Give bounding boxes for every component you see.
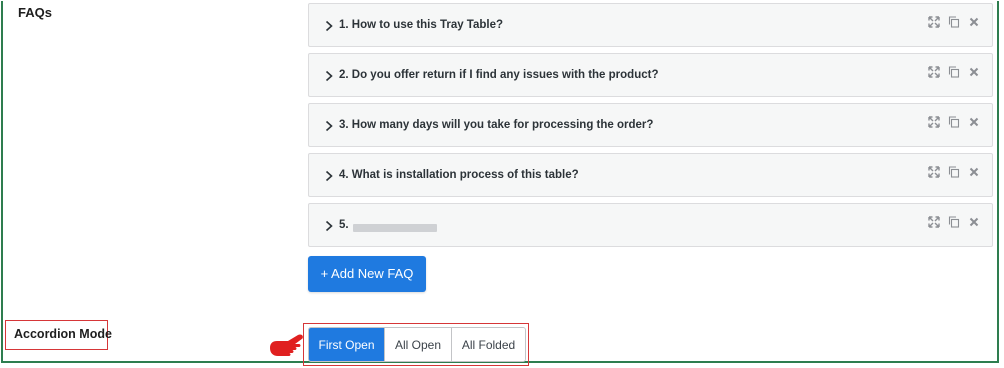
faq-actions bbox=[928, 16, 980, 28]
close-icon[interactable] bbox=[968, 16, 980, 28]
expand-icon[interactable] bbox=[928, 16, 940, 28]
faq-item-3[interactable]: 3. How many days will you take for proce… bbox=[308, 103, 993, 147]
chevron-right-icon[interactable] bbox=[323, 120, 335, 132]
faq-title: 1. How to use this Tray Table? bbox=[339, 19, 504, 31]
expand-icon[interactable] bbox=[928, 116, 940, 128]
faq-item-4[interactable]: 4. What is installation process of this … bbox=[308, 153, 993, 197]
chevron-right-icon[interactable] bbox=[323, 70, 335, 82]
copy-icon[interactable] bbox=[948, 216, 960, 228]
faq-actions bbox=[928, 216, 980, 228]
close-icon[interactable] bbox=[968, 166, 980, 178]
copy-icon[interactable] bbox=[948, 116, 960, 128]
copy-icon[interactable] bbox=[948, 66, 960, 78]
copy-icon[interactable] bbox=[948, 166, 960, 178]
add-new-faq-button[interactable]: + Add New FAQ bbox=[308, 256, 426, 292]
expand-icon[interactable] bbox=[928, 166, 940, 178]
chevron-right-icon[interactable] bbox=[323, 170, 335, 182]
faq-title: 4. What is installation process of this … bbox=[339, 169, 579, 181]
chevron-right-icon[interactable] bbox=[323, 20, 335, 32]
accordion-mode-selector: First Open All Open All Folded bbox=[308, 327, 526, 362]
faq-item-5[interactable]: 5. bbox=[308, 203, 993, 247]
pointing-hand-icon bbox=[270, 334, 303, 356]
all-open-option[interactable]: All Open bbox=[384, 328, 451, 361]
faq-title: 5. bbox=[339, 219, 349, 231]
faq-item-2[interactable]: 2. Do you offer return if I find any iss… bbox=[308, 53, 993, 97]
faq-list: 1. How to use this Tray Table? 2. Do you… bbox=[308, 3, 993, 253]
accordion-mode-label: Accordion Mode bbox=[14, 327, 112, 341]
expand-icon[interactable] bbox=[928, 66, 940, 78]
faq-actions bbox=[928, 66, 980, 78]
close-icon[interactable] bbox=[968, 66, 980, 78]
close-icon[interactable] bbox=[968, 116, 980, 128]
first-open-option[interactable]: First Open bbox=[309, 328, 384, 361]
expand-icon[interactable] bbox=[928, 216, 940, 228]
faq-actions bbox=[928, 166, 980, 178]
chevron-right-icon[interactable] bbox=[323, 220, 335, 232]
all-folded-option[interactable]: All Folded bbox=[451, 328, 525, 361]
faq-title: 3. How many days will you take for proce… bbox=[339, 119, 654, 131]
redacted-title-placeholder bbox=[353, 224, 437, 232]
faq-item-1[interactable]: 1. How to use this Tray Table? bbox=[308, 3, 993, 47]
copy-icon[interactable] bbox=[948, 16, 960, 28]
faq-title: 2. Do you offer return if I find any iss… bbox=[339, 69, 659, 81]
close-icon[interactable] bbox=[968, 216, 980, 228]
faqs-label: FAQs bbox=[18, 5, 52, 20]
faq-actions bbox=[928, 116, 980, 128]
